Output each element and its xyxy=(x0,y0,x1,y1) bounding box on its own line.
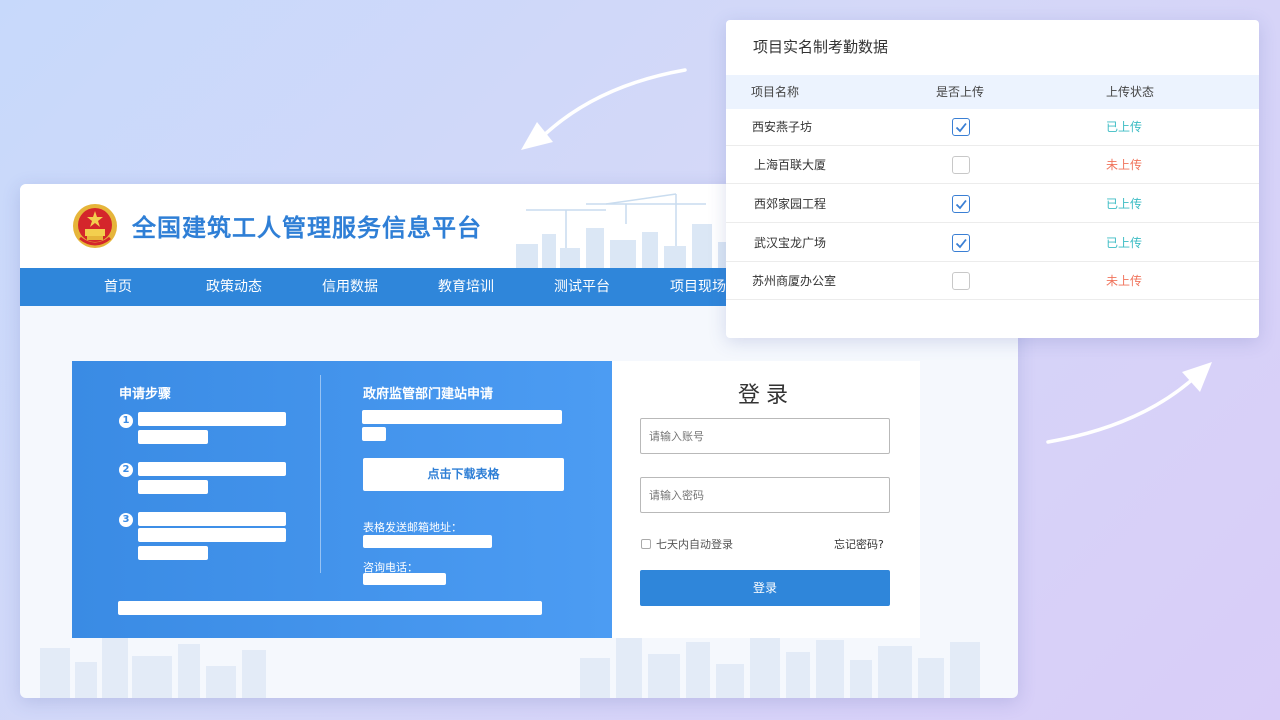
upload-checkbox[interactable] xyxy=(952,195,970,213)
phone-value-placeholder xyxy=(363,573,446,585)
project-name-cell: 西郊家园工程 xyxy=(754,197,827,211)
panel-divider xyxy=(320,375,321,573)
upload-checkbox[interactable] xyxy=(952,156,970,174)
upload-status-cell: 已上传 xyxy=(1106,236,1143,250)
column-header-uploaded: 是否上传 xyxy=(936,85,985,99)
nav-item-credit-data[interactable]: 信用数据 xyxy=(292,268,408,306)
project-name-cell: 苏州商厦办公室 xyxy=(752,274,837,288)
checkmark-icon xyxy=(955,238,967,249)
upload-checkbox[interactable] xyxy=(952,272,970,290)
step-number-2: 2 xyxy=(119,463,133,477)
table-row: 西郊家园工程 已上传 xyxy=(726,185,1259,223)
forgot-password-link[interactable]: 忘记密码? xyxy=(834,536,884,552)
table-row: 上海百联大厦 未上传 xyxy=(726,146,1259,184)
attendance-data-card: 项目实名制考勤数据 项目名称 是否上传 上传状态 西安燕子坊 已上传 上海百联大… xyxy=(726,20,1259,338)
account-input[interactable] xyxy=(640,418,890,454)
table-row: 西安燕子坊 已上传 xyxy=(726,108,1259,146)
national-emblem-icon xyxy=(73,204,117,248)
checkmark-icon xyxy=(955,122,967,133)
upload-checkbox[interactable] xyxy=(952,234,970,252)
application-steps-panel: 申请步骤 1 2 3 政府监管部门建站申请 点击下载表格 表格发送邮箱地址： 咨… xyxy=(72,361,612,638)
project-name-cell: 武汉宝龙广场 xyxy=(754,236,827,250)
login-button[interactable]: 登录 xyxy=(640,570,890,606)
footer-text-placeholder xyxy=(118,601,542,615)
card-title: 项目实名制考勤数据 xyxy=(753,38,889,56)
upload-status-cell: 未上传 xyxy=(1106,158,1143,172)
password-input[interactable] xyxy=(640,477,890,513)
column-header-project-name: 项目名称 xyxy=(751,85,800,99)
upload-status-cell: 已上传 xyxy=(1106,120,1143,134)
upload-checkbox[interactable] xyxy=(952,118,970,136)
project-name-cell: 上海百联大厦 xyxy=(754,158,827,172)
curved-arrow-right-icon xyxy=(1046,362,1212,444)
table-row: 苏州商厦办公室 未上传 xyxy=(726,262,1259,300)
checkmark-icon xyxy=(955,199,967,210)
nav-item-test-platform[interactable]: 测试平台 xyxy=(524,268,640,306)
site-title: 全国建筑工人管理服务信息平台 xyxy=(132,214,482,242)
step-3-text-placeholder xyxy=(138,512,286,526)
step-1-text-placeholder xyxy=(138,412,286,426)
step-2-text-placeholder xyxy=(138,480,208,494)
city-skyline-decoration xyxy=(40,632,980,698)
column-header-upload-status: 上传状态 xyxy=(1106,85,1155,99)
step-3-text-placeholder xyxy=(138,546,208,560)
login-panel: 登录 七天内自动登录 忘记密码? 登录 xyxy=(612,361,920,638)
login-title: 登录 xyxy=(737,383,794,408)
step-number-3: 3 xyxy=(119,513,133,527)
nav-item-training[interactable]: 教育培训 xyxy=(408,268,524,306)
table-row: 武汉宝龙广场 已上传 xyxy=(726,224,1259,262)
step-number-1: 1 xyxy=(119,414,133,428)
email-value-placeholder xyxy=(363,535,492,548)
email-label: 表格发送邮箱地址： xyxy=(363,521,462,534)
nav-item-policy[interactable]: 政策动态 xyxy=(176,268,292,306)
project-name-cell: 西安燕子坊 xyxy=(752,120,813,134)
remember-me-label[interactable]: 七天内自动登录 xyxy=(656,536,733,552)
apply-heading: 政府监管部门建站申请 xyxy=(363,387,494,402)
curved-arrow-left-icon xyxy=(521,68,687,150)
apply-text-placeholder xyxy=(362,427,386,441)
nav-item-home[interactable]: 首页 xyxy=(60,268,176,306)
steps-heading: 申请步骤 xyxy=(119,387,172,402)
upload-status-cell: 未上传 xyxy=(1106,274,1143,288)
download-form-button[interactable]: 点击下载表格 xyxy=(363,458,564,491)
remember-me-checkbox[interactable] xyxy=(641,539,651,549)
table-header: 项目名称 是否上传 上传状态 xyxy=(726,75,1259,109)
upload-status-cell: 已上传 xyxy=(1106,197,1143,211)
apply-text-placeholder xyxy=(362,410,562,424)
step-2-text-placeholder xyxy=(138,462,286,476)
step-1-text-placeholder xyxy=(138,430,208,444)
step-3-text-placeholder xyxy=(138,528,286,542)
